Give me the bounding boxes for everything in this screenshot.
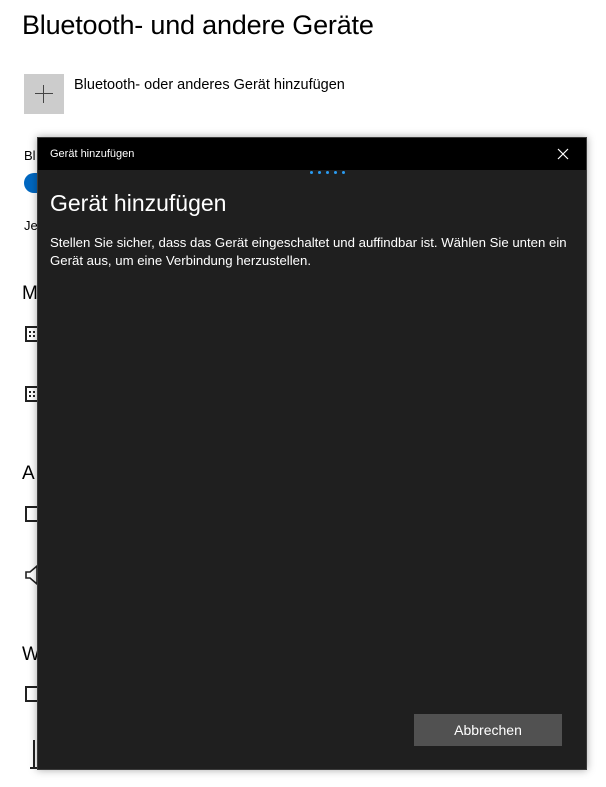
progress-dot (334, 171, 337, 174)
progress-dot (310, 171, 313, 174)
mouse-section-heading-fragment: M (22, 283, 38, 304)
dialog-titlebar[interactable]: Gerät hinzufügen (38, 138, 586, 170)
add-device-row[interactable]: Bluetooth- oder anderes Gerät hinzufügen (24, 74, 345, 114)
bluetooth-label-fragment: Bl (24, 148, 36, 163)
add-device-label[interactable]: Bluetooth- oder anderes Gerät hinzufügen (74, 77, 345, 93)
dialog-window-title: Gerät hinzufügen (50, 148, 135, 160)
audio-section-heading-fragment: A (22, 463, 35, 484)
dialog-heading: Gerät hinzufügen (50, 190, 227, 216)
progress-dot (342, 171, 345, 174)
cancel-button[interactable]: Abbrechen (414, 714, 562, 746)
visibility-text-fragment: Je (24, 218, 38, 233)
device-stand-icon (33, 740, 35, 768)
dialog-description: Stellen Sie sicher, dass das Gerät einge… (50, 235, 567, 268)
page-title: Bluetooth- und andere Geräte (22, 10, 374, 40)
plus-icon[interactable] (24, 74, 64, 114)
progress-indicator (310, 171, 345, 174)
progress-dot (318, 171, 321, 174)
close-button[interactable] (540, 138, 586, 170)
close-icon[interactable] (557, 148, 569, 160)
add-device-dialog: Gerät hinzufügen Gerät hinzufügen Stelle… (37, 137, 587, 770)
progress-dot (326, 171, 329, 174)
